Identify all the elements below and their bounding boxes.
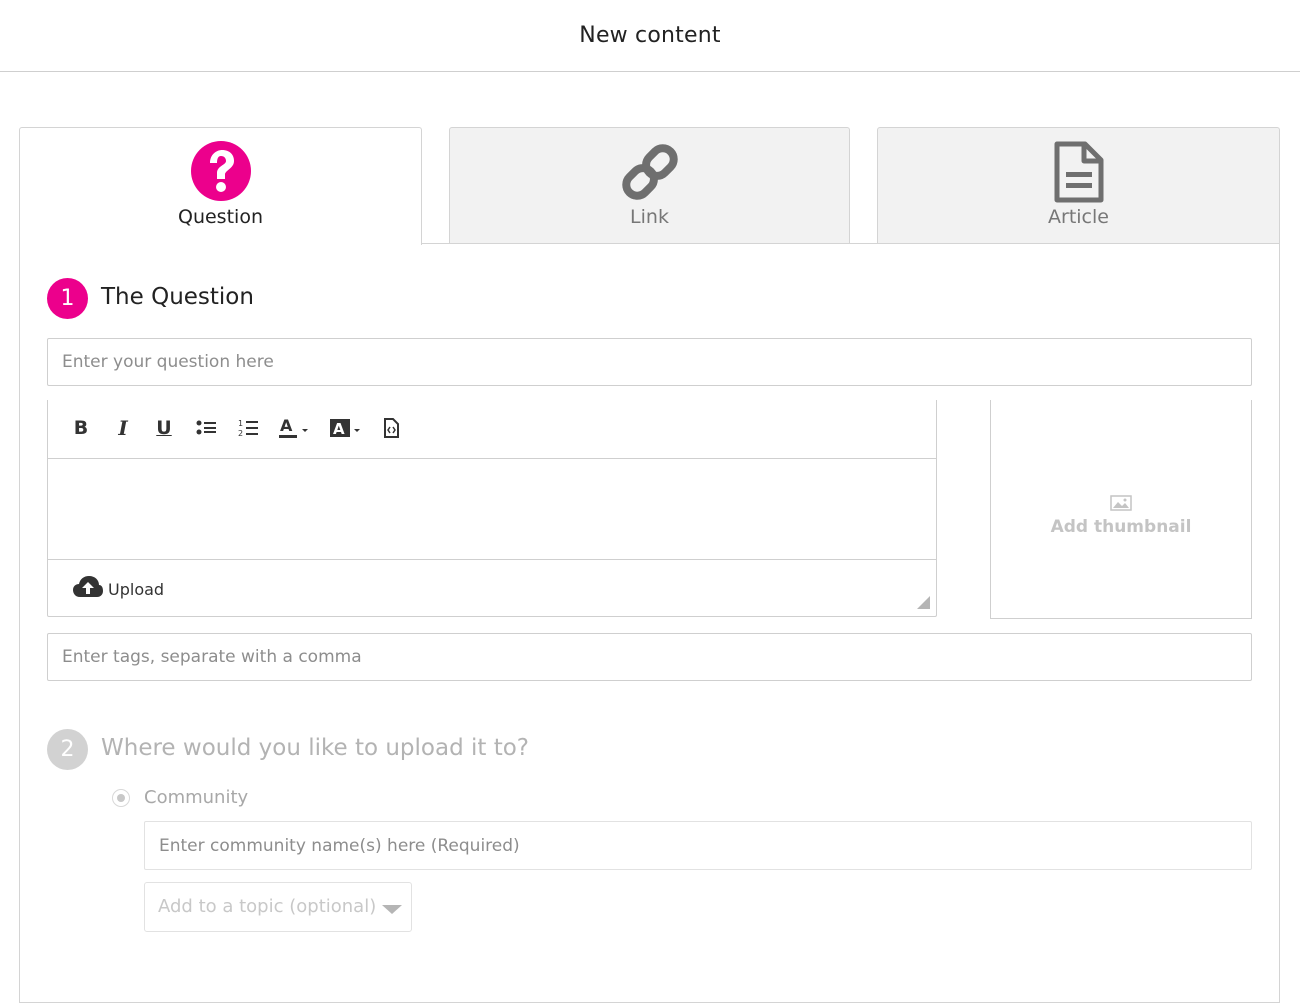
- tab-link[interactable]: Link: [449, 127, 850, 244]
- editor-footer: Upload: [48, 560, 936, 617]
- step-number-2: 2: [47, 729, 88, 770]
- svg-text:2: 2: [238, 429, 243, 438]
- tab-question[interactable]: Question: [19, 127, 422, 245]
- svg-text:A: A: [280, 417, 293, 435]
- image-icon: [1110, 495, 1132, 515]
- editor-toolbar: B I U 1 2 A A: [48, 400, 936, 459]
- resize-handle[interactable]: [917, 596, 930, 609]
- upload-label: Upload: [108, 579, 165, 599]
- svg-text:1: 1: [238, 419, 243, 428]
- cloud-upload-icon: [72, 575, 104, 603]
- source-code-icon[interactable]: [381, 414, 401, 442]
- link-icon: [618, 140, 682, 208]
- bullet-list-icon[interactable]: [195, 414, 217, 442]
- topic-dropdown-label: Add to a topic (optional): [158, 896, 377, 917]
- bold-icon[interactable]: B: [72, 414, 90, 442]
- add-thumbnail-label: Add thumbnail: [1050, 517, 1192, 537]
- text-color-icon[interactable]: A: [278, 414, 310, 442]
- page-title: New content: [579, 23, 721, 48]
- step-number-1: 1: [47, 278, 88, 319]
- caret-down-icon: [382, 905, 402, 914]
- highlight-color-icon[interactable]: A: [329, 414, 363, 442]
- editor-text-area[interactable]: [48, 458, 936, 560]
- upload-button[interactable]: Upload: [72, 575, 164, 603]
- page-header: New content: [0, 0, 1300, 72]
- question-circle-icon: [190, 140, 252, 206]
- step-title-question: The Question: [101, 284, 254, 310]
- community-radio-label: Community: [144, 787, 249, 808]
- rich-text-editor: B I U 1 2 A A Upload: [47, 400, 937, 617]
- svg-text:A: A: [333, 420, 345, 438]
- step-title-destination: Where would you like to upload it to?: [101, 735, 530, 761]
- tab-label: Article: [1048, 206, 1109, 228]
- tab-article[interactable]: Article: [877, 127, 1280, 244]
- tab-label: Link: [630, 206, 669, 228]
- tab-label: Question: [178, 206, 263, 228]
- topic-dropdown[interactable]: Add to a topic (optional): [144, 882, 412, 932]
- italic-icon[interactable]: I: [114, 414, 132, 442]
- community-name-input[interactable]: [144, 821, 1252, 870]
- community-radio[interactable]: [112, 789, 130, 807]
- question-input[interactable]: [47, 338, 1252, 386]
- numbered-list-icon[interactable]: 1 2: [237, 414, 259, 442]
- tags-input[interactable]: [47, 633, 1252, 681]
- underline-icon[interactable]: U: [155, 414, 173, 442]
- add-thumbnail-area[interactable]: Add thumbnail: [990, 400, 1252, 619]
- document-icon: [1053, 140, 1105, 208]
